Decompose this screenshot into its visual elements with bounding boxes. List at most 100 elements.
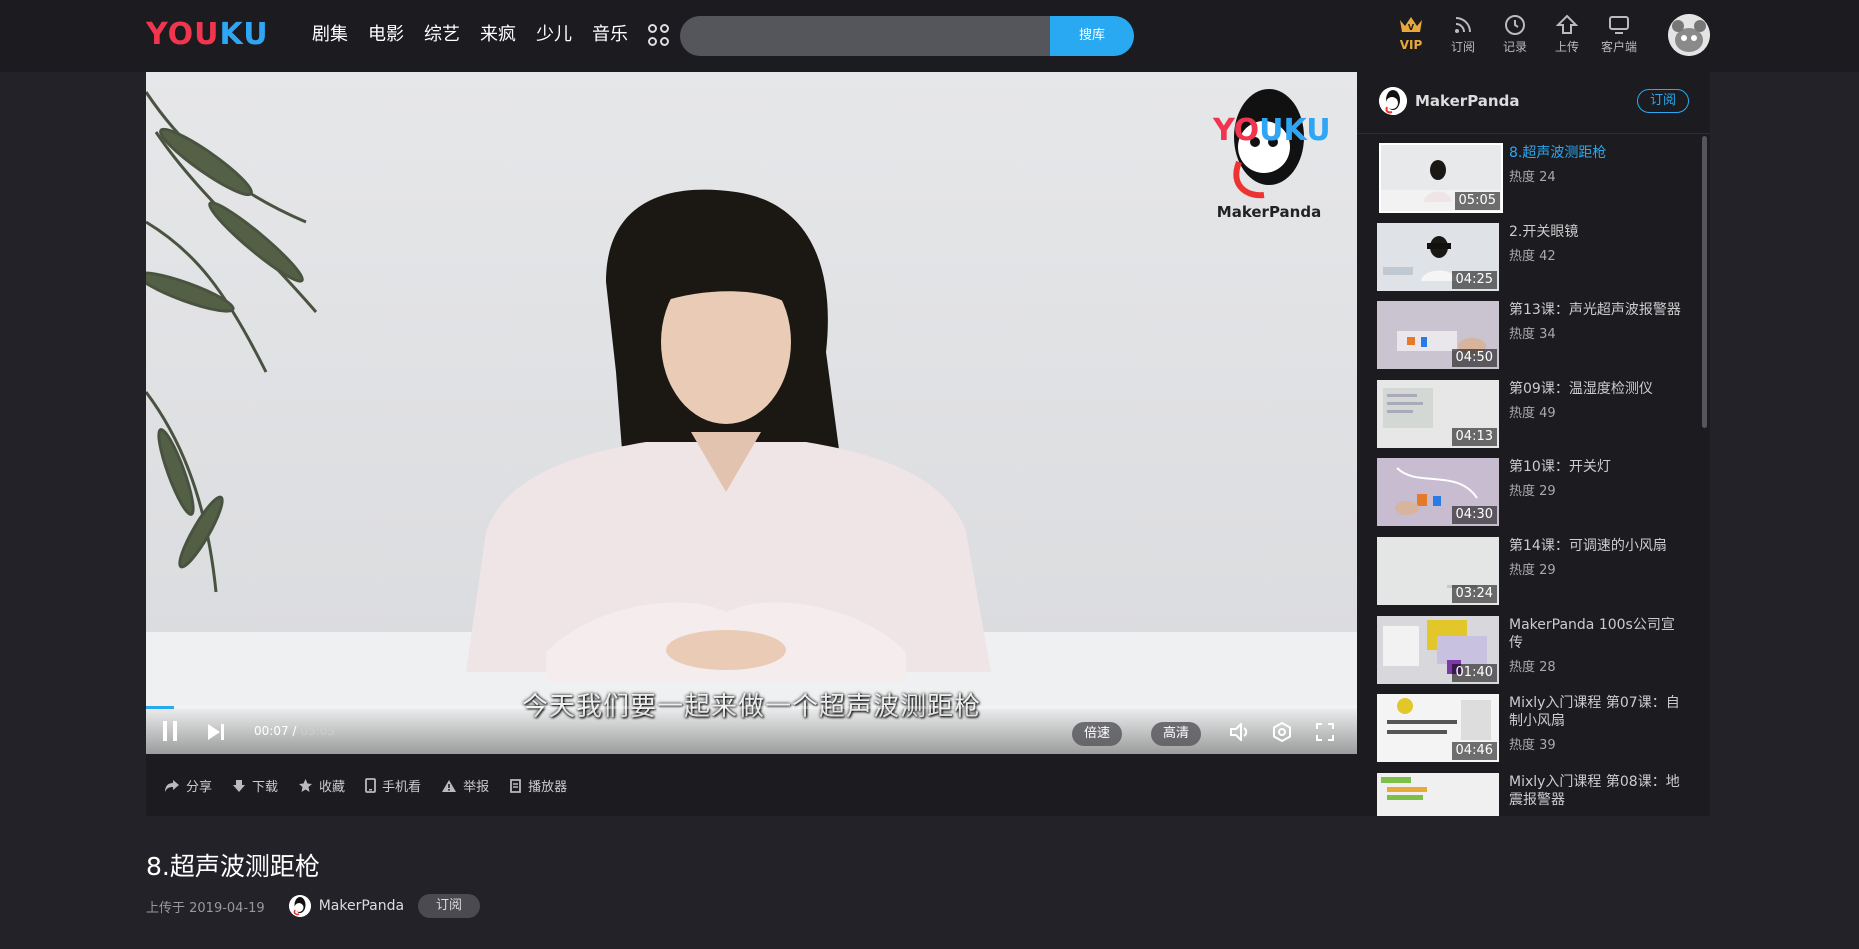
list-item[interactable]: 04:50 第13课：声光超声波报警器 热度 34 bbox=[1377, 301, 1687, 380]
list-item[interactable]: 04:13 第09课：温湿度检测仪 热度 49 bbox=[1377, 379, 1687, 459]
video-thumbnail: 03:24 bbox=[1377, 536, 1499, 605]
history-tool-label: 记录 bbox=[1502, 40, 1527, 54]
item-title: 第14课：可调速的小风扇 bbox=[1509, 537, 1667, 554]
star-icon bbox=[299, 779, 313, 792]
youku-logo[interactable]: YOU KU bbox=[146, 14, 269, 54]
share-icon bbox=[165, 779, 179, 792]
video-thumbnail: 04:46 bbox=[1377, 694, 1499, 763]
item-title: Mixly入门课程 第08课：地震报警器 bbox=[1509, 773, 1680, 808]
duration-badge: 01:40 bbox=[1451, 663, 1497, 682]
duration-badge: 04:50 bbox=[1451, 349, 1497, 368]
item-title: 第13课：声光超声波报警器 bbox=[1509, 302, 1681, 319]
nav-item-music[interactable]: 音乐 bbox=[592, 20, 628, 50]
channel-header: MakerPanda 订阅 bbox=[1357, 72, 1710, 134]
crown-icon: V bbox=[1400, 17, 1422, 32]
duration-badge: 05:05 bbox=[1454, 192, 1500, 210]
video-title: 8.超声波测距枪 bbox=[146, 852, 320, 881]
watermark-text: MakerPanda bbox=[1216, 203, 1322, 221]
total-duration: 05:05 bbox=[300, 724, 335, 738]
mobile-watch-button[interactable]: 手机看 bbox=[365, 776, 421, 795]
nav-item-movie[interactable]: 电影 bbox=[368, 20, 404, 50]
video-action-bar: 分享 下载 收藏 手机看 举报 播放器 bbox=[146, 754, 1357, 816]
quality-button[interactable]: 高清 bbox=[1151, 722, 1202, 746]
speed-button[interactable]: 倍速 bbox=[1072, 722, 1123, 746]
video-thumbnail bbox=[1377, 772, 1499, 816]
playlist: 05:05 8.超声波测距枪 热度 24 04:25 2.开关眼镜 热度 42 04… bbox=[1377, 143, 1687, 816]
current-time: 00:07 bbox=[254, 724, 289, 738]
top-header: YOU KU 剧集 电影 综艺 来疯 少儿 音乐 搜库 V VIP 订阅 记录 上… bbox=[0, 0, 1859, 72]
player-download-label: 播放器 bbox=[528, 780, 568, 795]
more-categories-icon[interactable] bbox=[648, 24, 670, 46]
vip-label: VIP bbox=[1399, 38, 1423, 52]
list-item[interactable]: 03:24 第14课：可调速的小风扇 热度 29 bbox=[1377, 536, 1687, 616]
phone-icon bbox=[365, 778, 376, 793]
fullscreen-button[interactable] bbox=[1316, 723, 1334, 745]
pause-button[interactable] bbox=[160, 720, 180, 746]
upload-tool-label: 上传 bbox=[1554, 40, 1579, 54]
upload-date: 上传于 2019-04-19 bbox=[146, 900, 265, 916]
player-app-icon bbox=[510, 778, 521, 793]
list-item[interactable]: 05:05 8.超声波测距枪 热度 24 bbox=[1377, 143, 1687, 223]
list-item[interactable]: Mixly入门课程 第08课：地震报警器 bbox=[1377, 772, 1687, 816]
download-label: 下载 bbox=[252, 780, 279, 795]
nav-item-laifeng[interactable]: 来疯 bbox=[480, 20, 516, 50]
settings-button[interactable] bbox=[1272, 721, 1292, 746]
sidebar-scrollbar[interactable] bbox=[1702, 136, 1707, 428]
nav-item-drama[interactable]: 剧集 bbox=[312, 20, 348, 50]
channel-name[interactable]: MakerPanda bbox=[1415, 92, 1519, 110]
list-item[interactable]: 01:40 MakerPanda 100s公司宣传 热度 28 bbox=[1377, 615, 1687, 695]
list-item[interactable]: 04:30 第10课：开关灯 热度 29 bbox=[1377, 458, 1687, 537]
report-button[interactable]: 举报 bbox=[441, 776, 489, 795]
warning-icon bbox=[442, 779, 457, 792]
download-icon bbox=[233, 779, 246, 792]
item-title: 2.开关眼镜 bbox=[1509, 223, 1579, 240]
uploader-name[interactable]: MakerPanda bbox=[319, 898, 404, 914]
nav-item-variety[interactable]: 综艺 bbox=[424, 20, 460, 50]
subscribe-button[interactable]: 订阅 bbox=[418, 894, 481, 918]
vip-button[interactable]: V VIP bbox=[1385, 12, 1437, 55]
volume-button[interactable] bbox=[1230, 721, 1252, 745]
search-input[interactable] bbox=[680, 16, 1050, 56]
user-avatar[interactable] bbox=[1668, 14, 1710, 56]
next-button[interactable] bbox=[206, 723, 226, 745]
search-button[interactable]: 搜库 bbox=[1050, 16, 1134, 56]
uploader-avatar[interactable] bbox=[288, 895, 311, 917]
item-title: 第09课：温湿度检测仪 bbox=[1509, 380, 1653, 397]
clock-icon bbox=[1505, 15, 1525, 35]
progress-bar[interactable] bbox=[146, 706, 1357, 709]
pause-icon bbox=[163, 721, 177, 741]
item-heat: 热度 24 bbox=[1509, 170, 1556, 185]
favorite-button[interactable]: 收藏 bbox=[298, 776, 345, 795]
channel-subscribe-button[interactable]: 订阅 bbox=[1637, 89, 1689, 113]
video-thumbnail: 04:25 bbox=[1377, 222, 1499, 291]
history-tool[interactable]: 记录 bbox=[1489, 12, 1541, 55]
item-heat: 热度 28 bbox=[1509, 659, 1556, 675]
client-tool[interactable]: 客户端 bbox=[1593, 12, 1645, 55]
video-player[interactable]: YOUKU MakerPanda 今天我们要一起来做一个超声波测距枪 00:07… bbox=[146, 72, 1357, 754]
item-heat: 热度 29 bbox=[1509, 562, 1556, 578]
rss-icon bbox=[1455, 17, 1471, 33]
item-heat: 热度 49 bbox=[1509, 405, 1556, 421]
subscribe-tool[interactable]: 订阅 bbox=[1437, 12, 1489, 55]
item-title: 第10课：开关灯 bbox=[1509, 459, 1611, 476]
download-button[interactable]: 下载 bbox=[232, 776, 278, 795]
player-download-button[interactable]: 播放器 bbox=[509, 776, 567, 795]
video-thumbnail: 04:13 bbox=[1377, 379, 1499, 448]
upload-tool[interactable]: 上传 bbox=[1541, 12, 1593, 55]
item-heat: 热度 42 bbox=[1509, 248, 1556, 264]
fullscreen-icon bbox=[1316, 723, 1334, 741]
progress-fill bbox=[146, 706, 174, 709]
video-meta-row: 上传于 2019-04-19 MakerPanda 订阅 bbox=[146, 893, 481, 919]
video-frame bbox=[146, 72, 1357, 754]
nav-item-kids[interactable]: 少儿 bbox=[536, 20, 572, 50]
watermark-logo-ku: UKU bbox=[1259, 113, 1331, 148]
list-item[interactable]: 04:46 Mixly入门课程 第07课：自制小风扇 热度 39 bbox=[1377, 694, 1687, 773]
upload-icon bbox=[1556, 14, 1578, 34]
mobile-watch-label: 手机看 bbox=[382, 780, 422, 795]
volume-icon bbox=[1230, 721, 1248, 743]
list-item[interactable]: 04:25 2.开关眼镜 热度 42 bbox=[1377, 222, 1687, 302]
channel-avatar[interactable] bbox=[1379, 87, 1407, 115]
share-button[interactable]: 分享 bbox=[164, 776, 212, 795]
duration-badge: 04:13 bbox=[1451, 427, 1497, 446]
monitor-icon bbox=[1609, 16, 1629, 34]
